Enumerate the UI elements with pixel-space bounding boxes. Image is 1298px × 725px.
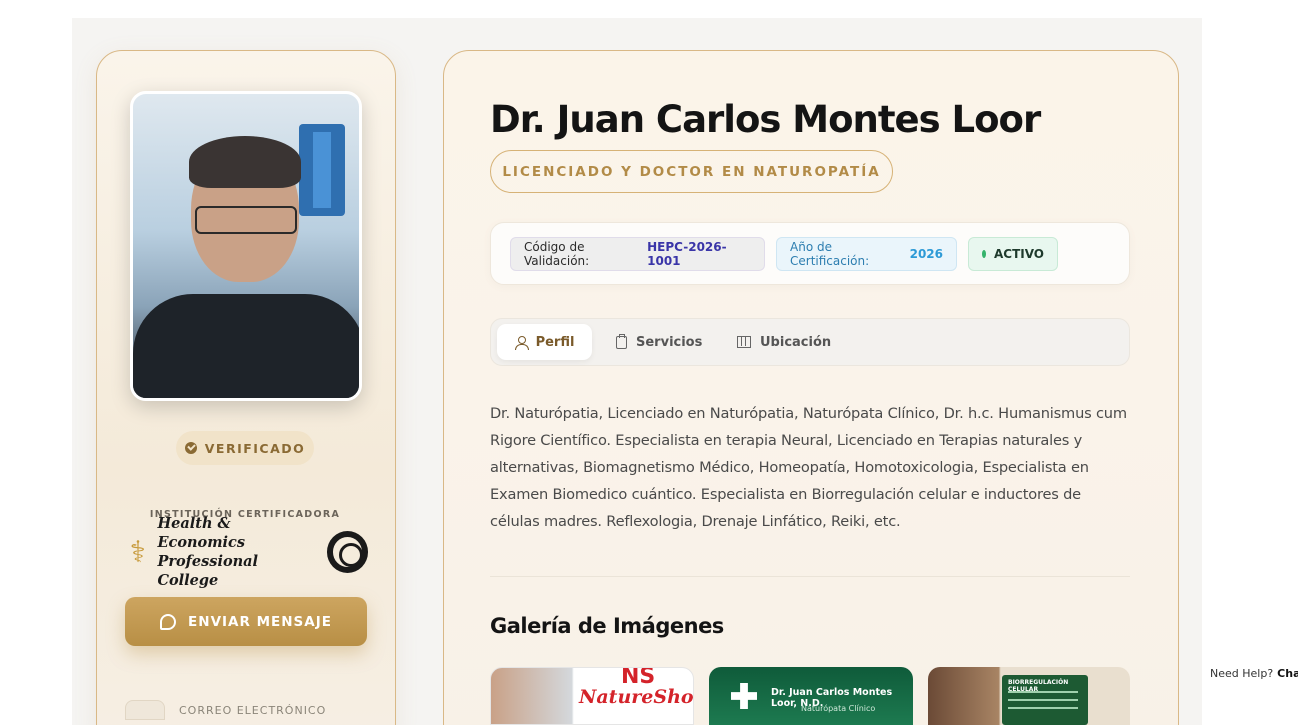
institution-name: Health & Economics Professional College bbox=[157, 514, 320, 590]
institution-name-line2: Professional College bbox=[157, 553, 259, 589]
medical-cross-sign bbox=[299, 124, 345, 216]
photo-body bbox=[133, 294, 359, 398]
gallery-image-3-panel: BIORREGULACIÓN CELULAR bbox=[1002, 675, 1088, 725]
gallery-image-1-brand: NatureShop bbox=[579, 686, 694, 708]
doctor-name: Dr. Juan Carlos Montes Loor bbox=[490, 98, 1041, 141]
verified-label: VERIFICADO bbox=[204, 440, 306, 456]
doctor-title-pill: LICENCIADO Y DOCTOR EN NATUROPATÍA bbox=[490, 150, 893, 193]
certification-year-chip: Año de Certificación: 2026 bbox=[776, 237, 957, 271]
gallery-image-2[interactable]: Dr. Juan Carlos Montes Loor, N.D. Naturó… bbox=[709, 667, 913, 725]
institution-logo: ⚕ Health & Economics Professional Colleg… bbox=[124, 515, 368, 589]
gallery-title: Galería de Imágenes bbox=[490, 614, 724, 638]
status-badge: ACTIVO bbox=[968, 237, 1058, 271]
map-icon bbox=[737, 336, 751, 348]
chat-bubble-icon bbox=[160, 613, 177, 630]
status-dot-icon bbox=[982, 250, 986, 258]
tab-servicios-label: Servicios bbox=[636, 334, 703, 350]
tab-perfil[interactable]: Perfil bbox=[497, 324, 592, 360]
tab-servicios[interactable]: Servicios bbox=[616, 324, 702, 360]
institution-name-line1: Health & Economics bbox=[157, 515, 246, 551]
help-chat-text: Need Help? bbox=[1210, 666, 1274, 680]
check-circle-icon bbox=[184, 442, 197, 454]
email-icon bbox=[125, 700, 165, 720]
send-message-button[interactable]: ENVIAR MENSAJE bbox=[125, 597, 367, 646]
help-chat-widget[interactable]: Need Help? Chat bbox=[1204, 658, 1298, 688]
caduceus-icon: ⚕ bbox=[129, 534, 146, 570]
certification-year-value: 2026 bbox=[909, 247, 943, 261]
photo-glasses bbox=[195, 206, 297, 234]
section-divider bbox=[490, 576, 1130, 577]
verified-badge: VERIFICADO bbox=[176, 431, 314, 465]
medical-cross-icon bbox=[731, 683, 757, 709]
status-label: ACTIVO bbox=[993, 247, 1044, 261]
tab-ubicacion-label: Ubicación bbox=[760, 334, 832, 350]
panel-line bbox=[1008, 691, 1078, 693]
gallery-image-1[interactable]: NS NatureShop bbox=[490, 667, 694, 725]
clipboard-icon bbox=[616, 333, 627, 349]
doctor-photo bbox=[130, 91, 362, 401]
tab-ubicacion[interactable]: Ubicación bbox=[737, 324, 831, 360]
contact-email-label: CORREO ELECTRÓNICO bbox=[179, 703, 327, 717]
validation-code-chip: Código de Validación: HEPC-2026-1001 bbox=[510, 237, 765, 271]
user-icon bbox=[514, 335, 529, 350]
validation-code-value: HEPC-2026-1001 bbox=[647, 240, 727, 268]
institution-emblem-icon bbox=[326, 531, 368, 573]
gallery-image-2-subcaption: Naturópata Clínico bbox=[801, 704, 876, 713]
certification-year-label: Año de Certificación: bbox=[790, 240, 870, 268]
validation-code-label: Código de Validación: bbox=[524, 240, 590, 268]
panel-line bbox=[1008, 699, 1078, 701]
contact-email-row: CORREO ELECTRÓNICO bbox=[125, 700, 365, 720]
panel-line bbox=[1008, 707, 1078, 709]
photo-hair bbox=[189, 136, 301, 188]
gallery-image-3[interactable]: BIORREGULACIÓN CELULAR bbox=[928, 667, 1130, 725]
send-message-label: ENVIAR MENSAJE bbox=[188, 613, 332, 630]
tab-perfil-label: Perfil bbox=[535, 334, 575, 350]
help-chat-bold: Chat bbox=[1277, 666, 1298, 680]
doctor-bio: Dr. Naturópatia, Licenciado en Naturópat… bbox=[490, 405, 1127, 530]
